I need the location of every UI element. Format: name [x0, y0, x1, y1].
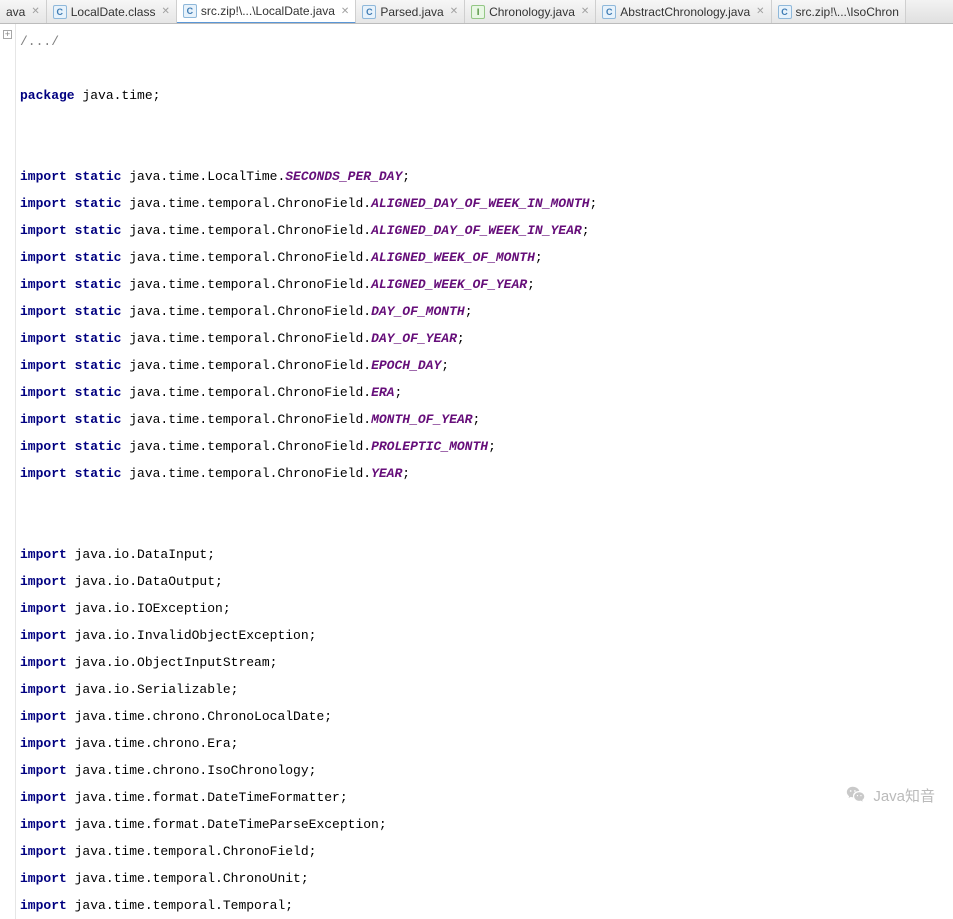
code-pane[interactable]: /.../ package java.time; import static j…	[16, 24, 597, 919]
code-line	[20, 514, 597, 541]
tab-1[interactable]: C LocalDate.class ✕	[47, 0, 177, 23]
close-icon[interactable]: ✕	[756, 6, 764, 17]
code-line: import java.io.DataInput;	[20, 541, 597, 568]
code-line	[20, 487, 597, 514]
code-line: import static java.time.temporal.ChronoF…	[20, 298, 597, 325]
code-line: import java.time.chrono.IsoChronology;	[20, 757, 597, 784]
java-class-icon: C	[778, 5, 792, 19]
tab-6[interactable]: Csrc.zip!\...\IsoChron	[772, 0, 906, 23]
java-class-icon: C	[53, 5, 67, 19]
code-line: import java.time.temporal.Temporal;	[20, 892, 597, 919]
tab-0[interactable]: ava ✕	[0, 0, 47, 23]
tab-2[interactable]: Csrc.zip!\...\LocalDate.java ✕	[177, 0, 356, 24]
tab-5[interactable]: C AbstractChronology.java ✕	[596, 0, 771, 23]
code-line: import static java.time.LocalTime.SECOND…	[20, 163, 597, 190]
code-line: import java.time.chrono.Era;	[20, 730, 597, 757]
code-line: import java.time.format.DateTimeFormatte…	[20, 784, 597, 811]
tab-label: src.zip!\...\LocalDate.java	[201, 4, 335, 18]
code-line	[20, 109, 597, 136]
close-icon[interactable]: ✕	[581, 6, 589, 17]
code-line	[20, 136, 597, 163]
code-line: import static java.time.temporal.ChronoF…	[20, 352, 597, 379]
tab-label: ava	[6, 5, 25, 19]
code-line: import static java.time.temporal.ChronoF…	[20, 217, 597, 244]
code-line: import static java.time.temporal.ChronoF…	[20, 325, 597, 352]
code-line: import java.time.format.DateTimeParseExc…	[20, 811, 597, 838]
fold-toggle-icon[interactable]: +	[3, 30, 12, 39]
code-line: import java.io.Serializable;	[20, 676, 597, 703]
editor-area: + /.../ package java.time; import static…	[0, 24, 953, 919]
close-icon[interactable]: ✕	[450, 6, 458, 17]
code-line: import java.time.temporal.ChronoField;	[20, 838, 597, 865]
tab-3[interactable]: C Parsed.java ✕	[356, 0, 465, 23]
code-line: import java.time.temporal.ChronoUnit;	[20, 865, 597, 892]
code-line: import java.io.ObjectInputStream;	[20, 649, 597, 676]
code-line: import java.io.IOException;	[20, 595, 597, 622]
code-line: import java.io.InvalidObjectException;	[20, 622, 597, 649]
java-class-icon: C	[183, 4, 197, 18]
tab-4[interactable]: I Chronology.java ✕	[465, 0, 596, 23]
tab-bar: ava✕CLocalDate.class✕Csrc.zip!\...\Local…	[0, 0, 953, 24]
code-line: /.../	[20, 28, 597, 55]
code-line: import static java.time.temporal.ChronoF…	[20, 190, 597, 217]
code-line: import static java.time.temporal.ChronoF…	[20, 433, 597, 460]
java-class-icon: C	[362, 5, 376, 19]
java-class-icon: C	[602, 5, 616, 19]
code-line: import static java.time.temporal.ChronoF…	[20, 406, 597, 433]
tab-label: src.zip!\...\IsoChron	[796, 5, 899, 19]
code-line: import static java.time.temporal.ChronoF…	[20, 379, 597, 406]
tab-label: LocalDate.class	[71, 5, 156, 19]
code-line	[20, 55, 597, 82]
tab-label: AbstractChronology.java	[620, 5, 750, 19]
close-icon[interactable]: ✕	[341, 6, 349, 17]
tab-label: Chronology.java	[489, 5, 575, 19]
close-icon[interactable]: ✕	[31, 6, 39, 17]
close-icon[interactable]: ✕	[161, 6, 169, 17]
code-line: import static java.time.temporal.ChronoF…	[20, 244, 597, 271]
gutter: +	[0, 24, 16, 919]
code-line: import java.io.DataOutput;	[20, 568, 597, 595]
code-line: import java.time.chrono.ChronoLocalDate;	[20, 703, 597, 730]
code-line: import static java.time.temporal.ChronoF…	[20, 271, 597, 298]
code-line: package java.time;	[20, 82, 597, 109]
tab-label: Parsed.java	[380, 5, 443, 19]
java-interface-icon: I	[471, 5, 485, 19]
code-line: import static java.time.temporal.ChronoF…	[20, 460, 597, 487]
